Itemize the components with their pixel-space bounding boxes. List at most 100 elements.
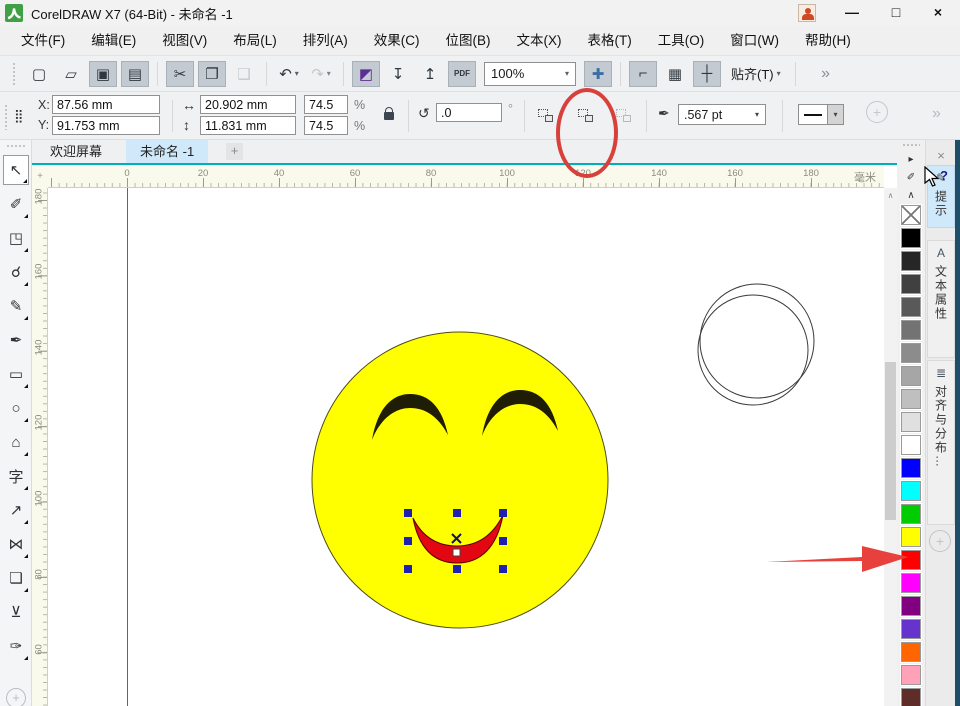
palette-picker-icon[interactable]: ✐ xyxy=(897,170,925,186)
color-swatch-gray-40[interactable] xyxy=(901,366,921,386)
outline-circle-1[interactable] xyxy=(700,284,814,398)
tab-welcome-screen[interactable]: 欢迎屏幕 xyxy=(36,140,116,163)
show-guidelines-button[interactable]: ┼ xyxy=(693,61,721,87)
color-swatch-gray-30[interactable] xyxy=(901,389,921,409)
object-height-input[interactable]: 11.831 mm xyxy=(200,116,296,135)
zoom-tool[interactable]: ☌ xyxy=(3,257,29,287)
menu-item-2[interactable]: 视图(V) xyxy=(149,27,220,55)
shape-tool[interactable]: ✐ xyxy=(3,189,29,219)
palette-scroll-up-button[interactable]: ∧ xyxy=(897,188,925,204)
toolbar-overflow-button[interactable]: » xyxy=(812,61,840,87)
menu-item-5[interactable]: 效果(C) xyxy=(361,27,433,55)
selection-handle[interactable] xyxy=(453,565,461,573)
drop-shadow-tool[interactable]: ❏ xyxy=(3,563,29,593)
menu-item-4[interactable]: 排列(A) xyxy=(290,27,361,55)
ellipse-tool[interactable]: ○ xyxy=(3,393,29,423)
propbar-overflow-button[interactable]: » xyxy=(932,105,941,123)
new-document-button[interactable]: ▢ xyxy=(25,61,53,87)
new-tab-button[interactable]: + xyxy=(226,143,243,160)
drawing-canvas[interactable] xyxy=(48,188,884,706)
close-button[interactable]: × xyxy=(918,0,958,25)
redo-button[interactable]: ↷▾ xyxy=(307,61,335,87)
menu-item-3[interactable]: 布局(L) xyxy=(220,27,290,55)
color-swatch-brown[interactable] xyxy=(901,688,921,706)
zoom-level-select[interactable]: 100%▾ xyxy=(484,62,576,86)
object-width-input[interactable]: 20.902 mm xyxy=(200,95,296,114)
ruler-origin-button[interactable]: + xyxy=(32,165,48,188)
selection-handle[interactable] xyxy=(404,509,412,517)
selection-handle[interactable] xyxy=(404,565,412,573)
selection-handle[interactable] xyxy=(499,565,507,573)
menu-item-6[interactable]: 位图(B) xyxy=(433,27,504,55)
artistic-media-tool[interactable]: ✒ xyxy=(3,325,29,355)
menu-item-0[interactable]: 文件(F) xyxy=(8,27,78,55)
color-swatch-magenta[interactable] xyxy=(901,573,921,593)
scroll-up-button[interactable]: ∧ xyxy=(884,188,897,203)
save-button[interactable]: ▣ xyxy=(89,61,117,87)
y-position-input[interactable]: 91.753 mm xyxy=(52,116,160,135)
scale-y-input[interactable]: 74.5 xyxy=(304,116,348,135)
color-swatch-blue[interactable] xyxy=(901,458,921,478)
add-tool-button[interactable]: + xyxy=(6,688,26,706)
connector-tool[interactable]: ⋈ xyxy=(3,529,29,559)
curve-node[interactable] xyxy=(453,549,460,556)
color-swatch-gray-50[interactable] xyxy=(901,343,921,363)
add-docker-button[interactable]: + xyxy=(929,530,951,552)
color-swatch-purple[interactable] xyxy=(901,596,921,616)
minimize-button[interactable]: — xyxy=(832,0,872,25)
menu-item-9[interactable]: 工具(O) xyxy=(645,27,718,55)
close-curve-button[interactable] xyxy=(616,109,631,122)
toolbox-grip[interactable] xyxy=(6,144,26,148)
tab-untitled-1[interactable]: 未命名 -1 xyxy=(126,140,208,163)
cut-button[interactable]: ✂ xyxy=(166,61,194,87)
import-button[interactable]: ↧ xyxy=(384,61,412,87)
freehand-tool[interactable]: ✎ xyxy=(3,291,29,321)
color-swatch-black[interactable] xyxy=(901,228,921,248)
x-position-input[interactable]: 87.56 mm xyxy=(52,95,160,114)
color-swatch-gray-60[interactable] xyxy=(901,320,921,340)
palette-grip[interactable] xyxy=(902,143,920,147)
selection-handle[interactable] xyxy=(453,509,461,517)
crop-tool[interactable]: ◳ xyxy=(3,223,29,253)
show-grid-button[interactable]: ▦ xyxy=(661,61,689,87)
paste-button[interactable]: ❑ xyxy=(230,61,258,87)
menu-item-7[interactable]: 文本(X) xyxy=(504,27,575,55)
rotation-angle-input[interactable]: .0 xyxy=(436,103,502,122)
outline-style-select[interactable]: ▾ xyxy=(798,104,844,125)
color-swatch-gray-70[interactable] xyxy=(901,297,921,317)
color-swatch-gray-90[interactable] xyxy=(901,251,921,271)
export-button[interactable]: ↥ xyxy=(416,61,444,87)
menu-item-1[interactable]: 编辑(E) xyxy=(78,27,149,55)
menu-item-11[interactable]: 帮助(H) xyxy=(792,27,864,55)
app-launcher-button[interactable]: ◩ xyxy=(352,61,380,87)
color-swatch-violet[interactable] xyxy=(901,619,921,639)
copy-button[interactable]: ❐ xyxy=(198,61,226,87)
vertical-ruler[interactable]: 1801601401201008060 xyxy=(32,188,48,706)
scale-x-input[interactable]: 74.5 xyxy=(304,95,348,114)
fullscreen-preview-button[interactable]: ✚ xyxy=(584,61,612,87)
color-swatch-pink[interactable] xyxy=(901,665,921,685)
palette-flyout-button[interactable]: ▸ xyxy=(897,152,925,168)
text-tool[interactable]: 字 xyxy=(3,461,29,491)
outline-circle-2[interactable] xyxy=(698,295,808,405)
color-swatch-white[interactable] xyxy=(901,435,921,455)
rectangle-tool[interactable]: ▭ xyxy=(3,359,29,389)
maximize-button[interactable]: □ xyxy=(876,0,916,25)
vertical-scrollbar[interactable]: ∧ xyxy=(884,188,897,706)
polygon-tool[interactable]: ⌂ xyxy=(3,427,29,457)
scrollbar-thumb[interactable] xyxy=(885,362,896,520)
add-property-button[interactable]: + xyxy=(866,101,888,123)
color-swatch-orange[interactable] xyxy=(901,642,921,662)
snap-to-dropdown[interactable]: 贴齐(T)▾ xyxy=(723,61,789,87)
docker-tab-text-properties[interactable]: A文本属性 xyxy=(927,240,955,358)
color-swatch-no-color[interactable] xyxy=(901,205,921,225)
undo-button[interactable]: ↶▾ xyxy=(275,61,303,87)
selection-handle[interactable] xyxy=(499,537,507,545)
docker-tab-align-distribute[interactable]: ≣对齐与分布… xyxy=(927,360,955,525)
smiley-face-circle[interactable] xyxy=(312,332,608,628)
docker-close-button[interactable]: × xyxy=(933,148,949,164)
horizontal-ruler[interactable]: 毫米 020406080100120140160180 xyxy=(48,165,884,188)
menu-item-8[interactable]: 表格(T) xyxy=(575,27,645,55)
outline-width-select[interactable]: .567 pt ▾ xyxy=(678,104,766,125)
color-eyedropper-tool[interactable]: ✑ xyxy=(3,631,29,661)
